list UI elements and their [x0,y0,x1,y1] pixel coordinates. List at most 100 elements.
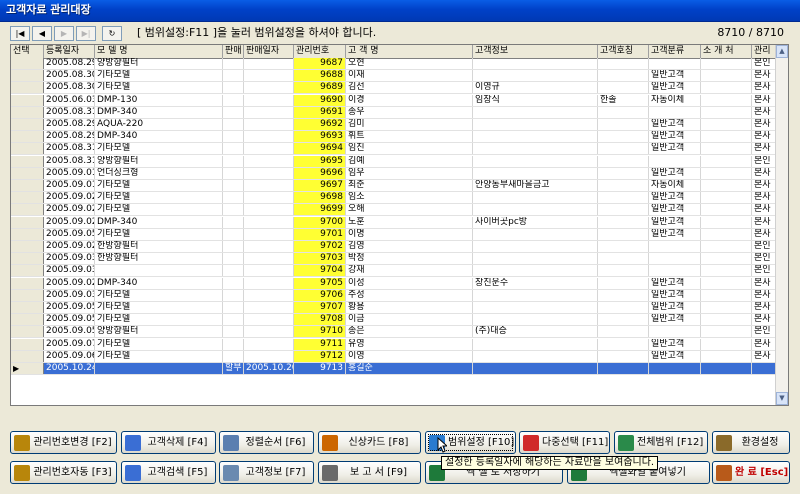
row-selector[interactable]: ▶ [11,363,44,374]
table-row[interactable]: 2005.06.03 DMP-130 9690 이경 임창식 한솔 자동이체 본사 [11,94,778,107]
table-cell: 양방향필터 [95,58,223,69]
column-header-1[interactable]: 등록일자 [44,45,95,58]
table-cell [649,155,701,167]
table-row[interactable]: 2005.09.06 기타모델 9712 이영 일반고객 본사 [11,350,778,363]
credit-card-button[interactable]: 신상카드 [F8] [318,431,421,454]
table-row[interactable]: 2005.08.31 DMP-340 9691 송우 본사 [11,106,778,119]
exit-button[interactable]: 완 료 [Esc] [712,461,790,484]
table-row[interactable]: 2005.09.02 기타모델 9698 임소 일반고객 본사 [11,192,778,205]
row-selector[interactable] [11,265,44,277]
row-selector[interactable] [11,350,44,362]
row-selector[interactable] [11,253,44,265]
table-cell: 2005.09.02 [46,192,95,204]
customer-info-button[interactable]: 고객정보 [F7] [219,461,314,484]
row-selector[interactable] [11,82,44,94]
column-header-9[interactable]: 고객분류 [649,45,701,58]
settings-button[interactable]: 환경설정 [712,431,790,454]
prev-record-button[interactable]: ◀ [32,26,52,41]
table-cell [701,192,752,204]
column-header-0[interactable]: 선택 [11,45,44,58]
change-id-button[interactable]: 관리번호변경 [F2] [10,431,117,454]
table-cell [598,241,649,252]
table-row[interactable]: 2005.09.07 기타모델 9711 유영 일반고객 본사 [11,338,778,351]
delete-customer-button[interactable]: 고객삭제 [F4] [121,431,216,454]
auto-id-button[interactable]: 관리번호자동 [F3] [10,461,117,484]
column-header-4[interactable]: 판매일자 [244,45,294,58]
table-cell: 9687 [294,58,346,69]
table-row[interactable]: 2005.09.05 기타모델 9701 이명 일반고객 본사 [11,228,778,241]
table-row[interactable]: 2005.09.02 기타모델 9699 오해 일반고객 본사 [11,204,778,217]
column-header-5[interactable]: 관리번호 [294,45,346,58]
table-cell: 한방향필터 [95,253,223,265]
row-selector[interactable] [11,192,44,204]
table-cell: 유영 [346,338,473,350]
row-selector[interactable] [11,94,44,106]
table-cell [598,265,649,277]
row-selector[interactable] [11,228,44,240]
table-row[interactable]: 2005.08.29 DMP-340 9693 휘트 일반고객 본사 [11,131,778,144]
table-row[interactable]: 2005.08.29 양방향필터 9687 오현 본인 [11,58,778,70]
table-row[interactable]: 2005.08.31 양방향필터 9695 김예 본인 [11,155,778,168]
multi-select-button[interactable]: 다중선택 [F11] [519,431,610,454]
table-row[interactable]: 2005.09.03 기타모델 9706 주성 일반고객 본사 [11,289,778,302]
row-selector[interactable] [11,58,44,69]
column-header-8[interactable]: 고객호칭 [598,45,649,58]
column-header-6[interactable]: 고 객 명 [346,45,473,58]
row-selector[interactable] [11,204,44,216]
row-selector[interactable] [11,143,44,155]
row-selector[interactable] [11,131,44,143]
row-selector[interactable] [11,119,44,130]
row-selector[interactable] [11,180,44,191]
report-icon [322,464,338,481]
refresh-button[interactable]: ↻ [102,26,122,41]
table-cell [244,94,294,106]
table-row[interactable]: 2005.09.05 기타모델 9707 황용 일반고객 본사 [11,302,778,314]
table-row[interactable]: 2005.08.30 기타모델 9689 김선 이영규 일반고객 본사 [11,82,778,95]
row-selector[interactable] [11,70,44,82]
column-header-10[interactable]: 소 개 처 [701,45,752,58]
sort-order-button[interactable]: 정렬순서 [F6] [219,431,314,454]
vertical-scrollbar[interactable]: ▲ ▼ [775,45,788,405]
table-row[interactable]: 2005.09.03 9704 강재 본인 [11,265,778,278]
table-row[interactable]: 2005.08.29 AQUA-220 9692 김미 일반고객 본사 [11,119,778,131]
table-row[interactable]: 2005.09.03 한방향필터 9703 박정 본인 [11,253,778,266]
first-record-button[interactable]: |◀ [10,26,30,41]
customer-grid[interactable]: 선택 등록일자 모 델 명 판매 판매일자 관리번호 고 객 명 고객정보 고객호칭 고객분류 소 … [10,44,789,406]
column-header-7[interactable]: 고객정보 [473,45,598,58]
table-row[interactable]: 2005.09.02 DMP-340 9700 노훈 사이버곳pc방 일반고객 본사 [11,216,778,229]
table-cell [244,216,294,228]
row-selector[interactable] [11,338,44,350]
table-row[interactable]: 2005.09.02 한방향필터 9702 김영 본인 [11,241,778,253]
table-row[interactable]: 2005.09.01 언더싱크형 9696 임우 일반고객 본사 [11,167,778,180]
row-selector[interactable] [11,155,44,167]
last-record-button[interactable]: ▶| [76,26,96,41]
row-selector[interactable] [11,167,44,179]
row-selector[interactable] [11,216,44,228]
table-row[interactable]: ▶ 2005.10.24 할부 2005.10.20 9713 홍길순 [11,363,778,375]
column-header-3[interactable]: 판매 [223,45,244,58]
row-selector[interactable] [11,241,44,252]
table-row[interactable]: 2005.08.31 기타모델 9694 임진 일반고객 본사 [11,143,778,156]
row-selector[interactable] [11,277,44,289]
table-row[interactable]: 2005.09.05 기타모델 9708 이금 일반고객 본사 [11,314,778,327]
next-record-button[interactable]: ▶ [54,26,74,41]
full-range-button[interactable]: 전체범위 [F12] [614,431,708,454]
table-row[interactable]: 2005.08.30 기타모델 9688 이재 일반고객 본사 [11,70,778,83]
row-selector[interactable] [11,326,44,338]
report-button[interactable]: 보 고 서 [F9] [318,461,421,484]
scroll-down-icon[interactable]: ▼ [776,392,788,405]
table-cell [244,265,294,277]
table-cell: 임소 [346,192,473,204]
table-row[interactable]: 2005.09.01 기타모델 9697 최준 안양동부새마을금고 자동이체 본사 [11,180,778,192]
column-header-2[interactable]: 모 델 명 [95,45,223,58]
search-customer-button[interactable]: 고객검색 [F5] [121,461,216,484]
table-cell [473,106,598,118]
scroll-up-icon[interactable]: ▲ [776,45,788,58]
table-cell [473,119,598,130]
table-row[interactable]: 2005.09.05 양방향필터 9710 송은 (주)대승 본인 [11,326,778,339]
row-selector[interactable] [11,314,44,326]
row-selector[interactable] [11,302,44,313]
table-row[interactable]: 2005.09.02 DMP-340 9705 이성 창진운수 일반고객 본사 [11,277,778,290]
row-selector[interactable] [11,289,44,301]
row-selector[interactable] [11,106,44,118]
